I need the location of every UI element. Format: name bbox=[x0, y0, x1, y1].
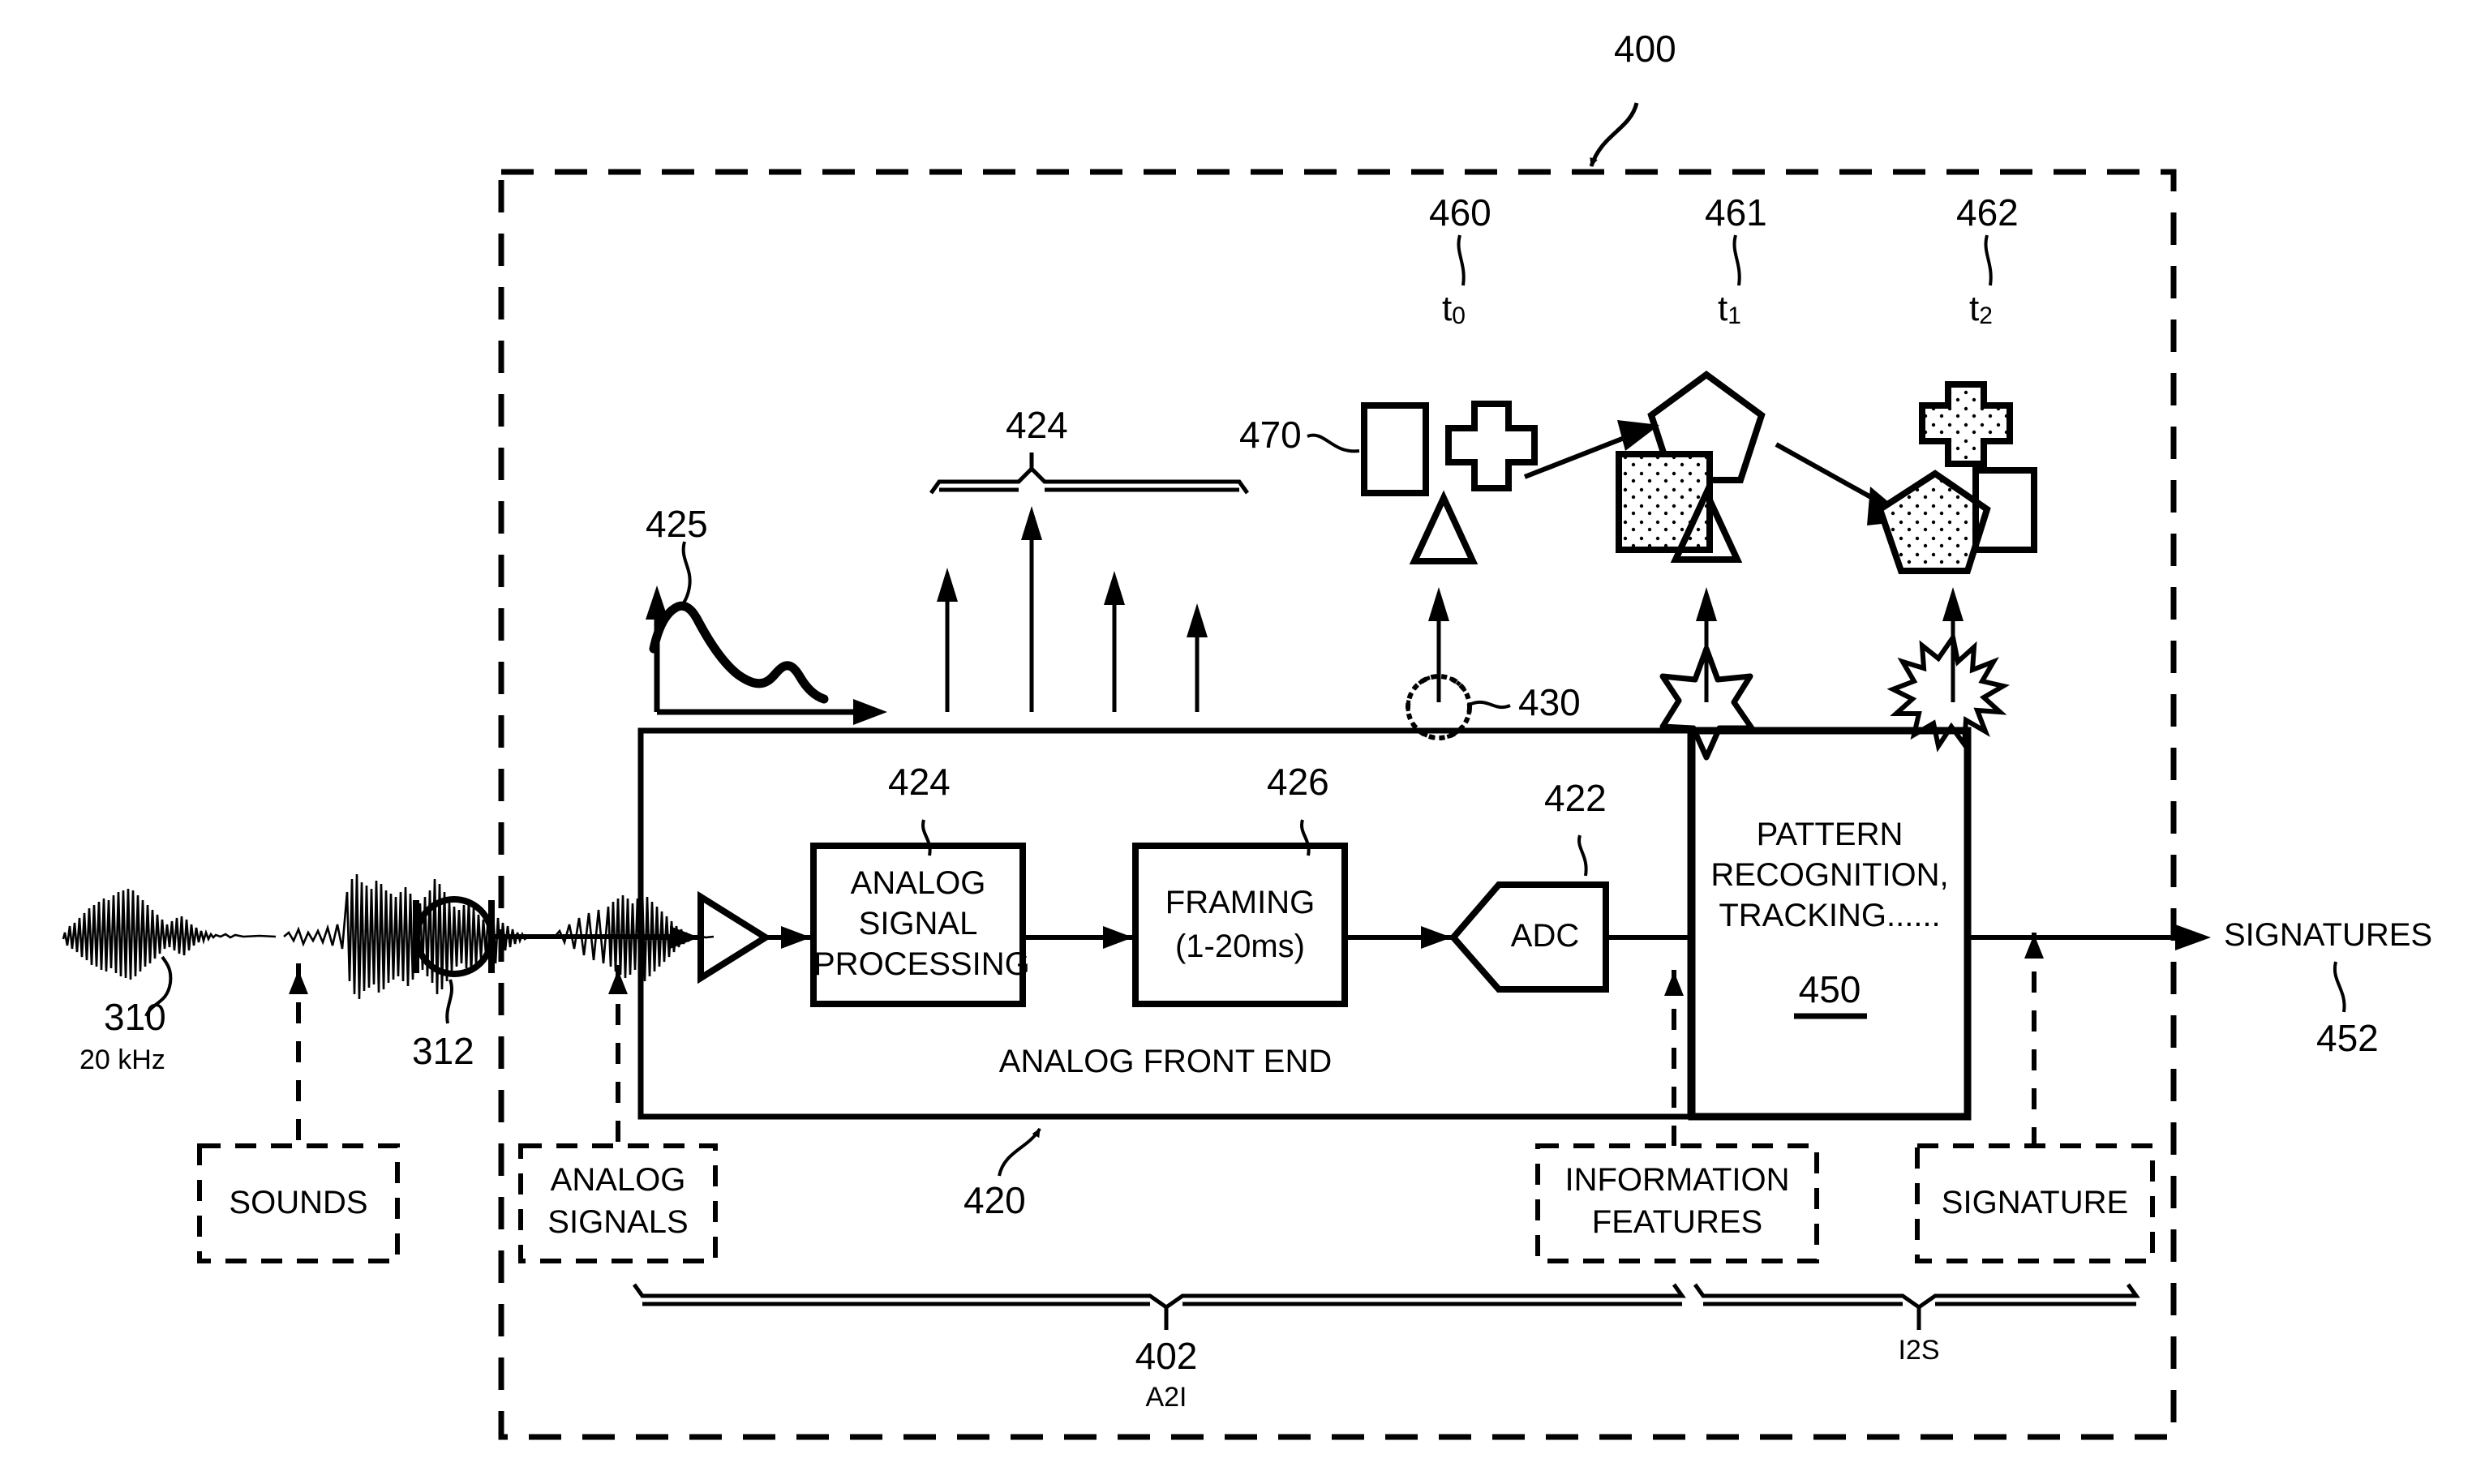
a2i-label: A2I bbox=[1145, 1382, 1187, 1413]
ref-leader-452 bbox=[2333, 961, 2346, 1013]
patent-figure-canvas: 400 310 20 kHz 312 SOUNDS ANALOG SIGNALS… bbox=[0, 0, 2485, 1484]
time-label-t2: t2 bbox=[1969, 290, 1993, 329]
ref-450: 450 bbox=[1798, 968, 1861, 1010]
adc-label: ADC bbox=[1510, 918, 1580, 954]
ref-460: 460 bbox=[1429, 191, 1491, 234]
analog-signals-label-line2: SIGNALS bbox=[547, 1204, 689, 1240]
shape-cluster-t0 bbox=[1361, 401, 1538, 740]
signatures-output-label: SIGNATURES bbox=[2224, 917, 2433, 953]
ref-402: 402 bbox=[1135, 1335, 1198, 1377]
pattern-line-1: PATTERN bbox=[1756, 817, 1903, 852]
spectrum-plot-425 bbox=[646, 541, 887, 725]
ref-310: 310 bbox=[104, 996, 166, 1038]
ref-leader-461 bbox=[1732, 234, 1741, 286]
a2i-bracket-402 bbox=[632, 1283, 1686, 1330]
ref-400: 400 bbox=[1614, 28, 1676, 70]
ref-420: 420 bbox=[964, 1179, 1026, 1221]
ref-312: 312 bbox=[412, 1030, 474, 1072]
information-features-line2: FEATURES bbox=[1591, 1204, 1763, 1240]
feature-stems-group bbox=[937, 506, 1208, 712]
system-boundary-400 bbox=[498, 169, 2177, 1440]
asp-line-1: ANALOG bbox=[850, 865, 986, 901]
ref-leader-420 bbox=[998, 1127, 1041, 1177]
ref-leader-460 bbox=[1457, 234, 1466, 286]
time-label-t0-sub: 0 bbox=[1452, 302, 1466, 330]
time-label-t1: t1 bbox=[1718, 290, 1741, 329]
pattern-line-3: TRACKING...... bbox=[1719, 898, 1941, 933]
ref-470: 470 bbox=[1239, 414, 1302, 456]
ref-leader-400 bbox=[1589, 102, 1639, 167]
asp-line-3: PROCESSING bbox=[813, 946, 1030, 982]
time-label-t1-base: t bbox=[1718, 289, 1728, 328]
ref-426: 426 bbox=[1267, 761, 1329, 803]
time-label-t1-sub: 1 bbox=[1727, 302, 1741, 330]
pattern-line-2: RECOGNITION, bbox=[1710, 857, 1949, 893]
waveform-frequency-label: 20 kHz bbox=[79, 1044, 165, 1075]
ref-425: 425 bbox=[646, 503, 708, 545]
ref-leader-462 bbox=[1984, 234, 1993, 286]
analog-front-end-title: ANALOG FRONT END bbox=[998, 1044, 1333, 1079]
time-label-t2-sub: 2 bbox=[1979, 302, 1993, 330]
diagram-vector-layer bbox=[62, 102, 2346, 1440]
i2s-bracket bbox=[1693, 1283, 2140, 1330]
signature-label: SIGNATURE bbox=[1941, 1185, 2129, 1220]
i2s-label: I2S bbox=[1898, 1335, 1940, 1366]
ref-422: 422 bbox=[1544, 777, 1607, 819]
framing-line-1: FRAMING bbox=[1165, 885, 1315, 920]
ref-462: 462 bbox=[1956, 191, 2019, 234]
ref-424-asp: 424 bbox=[888, 761, 951, 803]
adc-block bbox=[1345, 834, 1609, 993]
time-label-t0-base: t bbox=[1442, 289, 1453, 328]
ref-461: 461 bbox=[1705, 191, 1767, 234]
time-label-t2-base: t bbox=[1969, 289, 1980, 328]
shape-cluster-t2 bbox=[1876, 381, 2037, 753]
ref-leader-470 bbox=[1307, 433, 1360, 453]
ref-452: 452 bbox=[2316, 1017, 2379, 1059]
asp-line-2: SIGNAL bbox=[858, 906, 978, 941]
ref-424-features: 424 bbox=[1006, 404, 1068, 446]
analog-signals-label-line1: ANALOG bbox=[550, 1162, 686, 1198]
information-features-line1: INFORMATION bbox=[1564, 1162, 1790, 1198]
framing-line-2: (1-20ms) bbox=[1174, 929, 1306, 964]
ref-430: 430 bbox=[1518, 681, 1581, 723]
time-label-t0: t0 bbox=[1442, 290, 1466, 329]
feature-bracket-424 bbox=[929, 452, 1250, 495]
sounds-label: SOUNDS bbox=[229, 1185, 368, 1220]
